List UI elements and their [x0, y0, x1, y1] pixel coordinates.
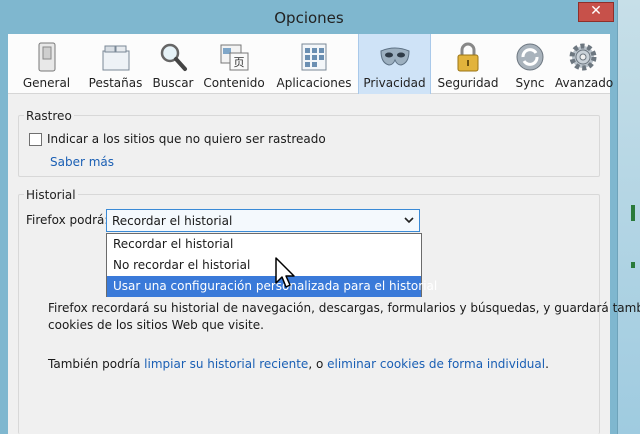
applications-icon	[301, 43, 327, 71]
tab-label: Avanzado	[555, 76, 614, 90]
tab-label: Buscar	[152, 76, 194, 90]
mouse-cursor-icon	[275, 257, 295, 288]
tab-label: Pestañas	[88, 76, 143, 90]
tab-privacidad[interactable]: Privacidad	[358, 34, 431, 94]
window-content: General Pestañas Buscar 页 Contenido Apli…	[8, 34, 640, 434]
sync-icon	[516, 43, 544, 71]
tab-buscar[interactable]: Buscar	[148, 34, 198, 94]
svg-text:页: 页	[234, 56, 245, 69]
tab-avanzado[interactable]: Avanzado	[555, 34, 614, 94]
tab-label: Contenido	[203, 76, 265, 90]
tab-aplicaciones[interactable]: Aplicaciones	[270, 34, 358, 94]
learn-more-link[interactable]: Saber más	[50, 155, 114, 169]
privacy-panel: Rastreo Indicar a los sitios que no quie…	[8, 95, 640, 434]
tab-label: Sync	[515, 76, 545, 90]
close-button[interactable]: ✕	[578, 2, 614, 22]
tab-label: Privacidad	[363, 76, 426, 90]
history-mode-dropdown: Recordar el historial No recordar el his…	[106, 233, 437, 297]
close-icon: ✕	[590, 3, 602, 19]
history-description-line2: cookies de los sitios Web que visite.	[48, 318, 264, 332]
options-window: Opciones ✕ General Pestañas Buscar 页 Con…	[0, 0, 640, 434]
also-could-sentence: También podría limpiar su historial reci…	[48, 357, 549, 371]
firefox-will-label: Firefox podrá:	[26, 213, 109, 227]
background-window	[617, 0, 640, 434]
tab-pestanas[interactable]: Pestañas	[83, 34, 148, 94]
also-prefix: También podría	[48, 357, 145, 371]
tabs-icon	[102, 45, 129, 71]
remove-cookies-link[interactable]: eliminar cookies de forma individual	[327, 357, 545, 371]
padlock-icon	[457, 42, 479, 72]
dropdown-option-recordar[interactable]: Recordar el historial	[107, 234, 421, 255]
rastreo-title: Rastreo	[24, 109, 74, 123]
mask-icon	[379, 47, 410, 66]
do-not-track-label[interactable]: Indicar a los sitios que no quiero ser r…	[47, 132, 326, 146]
also-middle: , o	[308, 357, 328, 371]
title-bar[interactable]: Opciones ✕	[0, 0, 618, 34]
tab-label: Seguridad	[437, 76, 499, 90]
do-not-track-checkbox[interactable]	[29, 133, 42, 146]
history-mode-value: Recordar el historial	[112, 214, 233, 228]
magnifier-icon	[160, 43, 187, 71]
tab-label: General	[22, 76, 71, 90]
dropdown-option-personalizada[interactable]: Usar una configuración personalizada par…	[107, 276, 437, 297]
historial-title: Historial	[24, 188, 78, 202]
background-marker	[631, 205, 635, 221]
dropdown-option-no-recordar[interactable]: No recordar el historial	[107, 255, 421, 276]
clear-recent-history-link[interactable]: limpiar su historial reciente	[144, 357, 308, 371]
switch-icon	[38, 42, 55, 72]
history-description-line1: Firefox recordará su historial de navega…	[48, 301, 640, 315]
background-marker	[631, 262, 635, 268]
tab-sync[interactable]: Sync	[505, 34, 555, 94]
tab-contenido[interactable]: 页 Contenido	[198, 34, 270, 94]
tab-seguridad[interactable]: Seguridad	[431, 34, 505, 94]
content-icon: 页	[220, 44, 249, 71]
preferences-toolbar: General Pestañas Buscar 页 Contenido Apli…	[8, 34, 614, 94]
gear-icon	[569, 43, 596, 71]
tab-general[interactable]: General	[10, 34, 83, 94]
history-mode-select[interactable]: Recordar el historial	[106, 209, 420, 232]
tab-label: Aplicaciones	[276, 76, 352, 90]
window-title: Opciones	[274, 9, 344, 27]
also-suffix: .	[545, 357, 549, 371]
chevron-down-icon	[404, 213, 414, 230]
